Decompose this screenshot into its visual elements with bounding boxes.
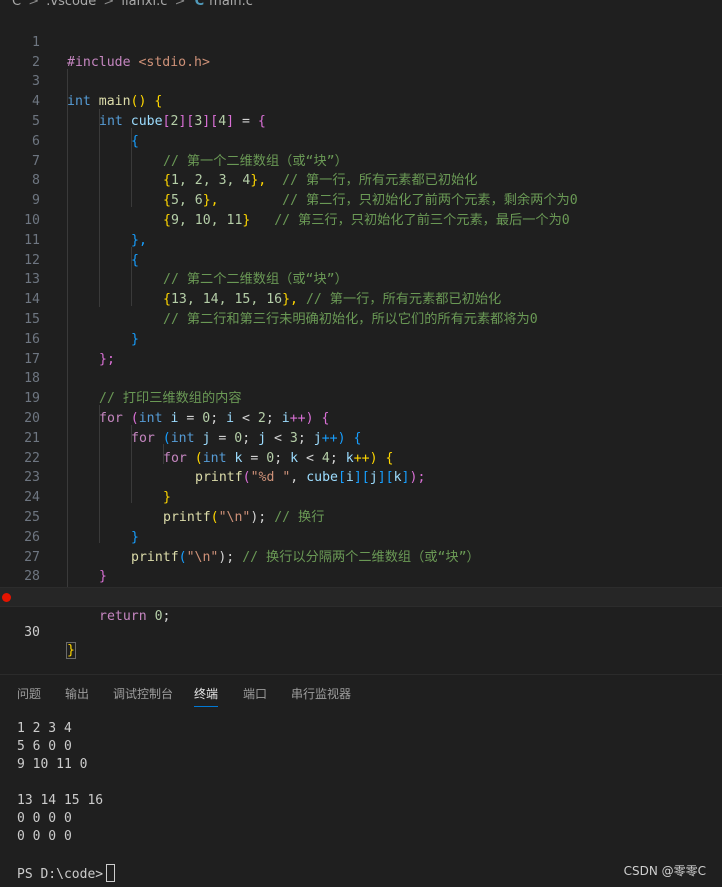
code-line[interactable]: 17 — [0, 330, 722, 367]
code-line[interactable]: 24 printf("\n"); // 换行 — [0, 468, 722, 525]
code-line[interactable]: 2 — [0, 33, 722, 70]
code-line[interactable]: 14 // 第二行和第三行未明确初始化，所以它们的所有元素都将为0 — [0, 270, 722, 327]
terminal-output-line: 13 14 15 16 — [17, 793, 104, 808]
code-line[interactable]: 27 } — [0, 528, 722, 585]
code-line[interactable]: 13 {13, 14, 15, 16}, // 第一行，所有元素都已初始化 — [0, 251, 722, 307]
code-line[interactable]: 26 printf("\n"); // 换行以分隔两个二维数组（或“块”） — [0, 508, 722, 565]
code-line[interactable]: 18 // 打印三维数组的内容 — [0, 350, 722, 406]
code-line-active[interactable]: 30 } — [0, 587, 722, 659]
line-number: 30 — [24, 624, 40, 640]
code-line[interactable]: 9 {9, 10, 11} // 第三行，只初始化了前三个元素，最后一个为0 — [0, 171, 722, 228]
code-line[interactable]: 4 int cube[2][3][4] = { — [0, 72, 722, 129]
code-line[interactable]: 12 // 第二个二维数组（或“块”） — [0, 231, 722, 288]
code-line[interactable]: 3 int main() { — [0, 53, 722, 109]
panel-divider — [0, 674, 722, 675]
terminal-output-line: 5 6 0 0 — [17, 739, 72, 754]
breadcrumb-separator: > — [103, 0, 115, 9]
code-line[interactable]: 15 } — [0, 290, 722, 347]
code-line[interactable]: 28 — [0, 548, 722, 584]
code-line[interactable]: 7 {1, 2, 3, 4}, // 第一行，所有元素都已初始化 — [0, 132, 722, 189]
tab-problems[interactable]: 问题 — [17, 685, 41, 702]
code-line[interactable]: 20 for (int j = 0; j < 3; j++) { — [0, 389, 722, 446]
terminal[interactable]: 1 2 3 4 5 6 0 0 9 10 11 0 13 14 15 16 0 … — [0, 712, 722, 887]
terminal-output-line: 9 10 11 0 — [17, 757, 88, 772]
code-line[interactable]: 16 }; — [0, 310, 722, 367]
breakpoint-icon[interactable] — [2, 593, 11, 603]
code-line[interactable]: 21 for (int k = 0; k < 4; k++) { — [0, 409, 722, 466]
breadcrumb-c-letter: C — [12, 0, 22, 9]
code-line[interactable]: 22 printf("%d ", cube[i][j][k]); — [0, 429, 722, 486]
code-line[interactable]: 23 } — [0, 449, 722, 505]
code-line[interactable]: 1 #include <stdio.h> — [0, 13, 722, 70]
code-line[interactable]: 19 for (int i = 0; i < 2; i++) { — [0, 369, 722, 426]
breadcrumb-separator: > — [28, 0, 40, 9]
terminal-cursor — [106, 864, 116, 882]
terminal-output-line: 0 0 0 0 — [17, 811, 72, 826]
terminal-prompt-line[interactable]: PS D:\code> — [17, 864, 116, 884]
terminal-output-line: 0 0 0 0 — [17, 829, 72, 844]
code-line[interactable]: 8 {5, 6}, // 第二行，只初始化了前两个元素，剩余两个为0 — [0, 152, 722, 208]
tab-serial-monitor[interactable]: 串行监视器 — [291, 685, 351, 702]
tab-debug-console[interactable]: 调试控制台 — [113, 685, 173, 702]
tab-output[interactable]: 输出 — [65, 685, 89, 702]
terminal-prompt: PS D:\code> — [17, 867, 104, 882]
panel-tabs: 问题 输出 调试控制台 终端 端口 串行监视器 — [0, 676, 722, 712]
c-file-icon: C — [194, 0, 205, 9]
tab-terminal[interactable]: 终端 — [194, 685, 219, 707]
breadcrumb-file[interactable]: main.c — [209, 0, 253, 9]
code-editor[interactable]: 1 #include <stdio.h> 2 3 int main() { 4 … — [0, 12, 722, 674]
breadcrumb-separator: > — [174, 0, 186, 9]
code-line[interactable]: 25 } — [0, 488, 722, 545]
breadcrumb-folder[interactable]: .vscode — [46, 0, 96, 9]
code-line[interactable]: 10 }, — [0, 191, 722, 248]
tab-ports[interactable]: 端口 — [243, 685, 267, 702]
code-line[interactable]: 6 // 第一个二维数组（或“块”） — [0, 112, 722, 169]
breadcrumb: C > .vscode > lianxi.c > Cmain.c — [0, 0, 722, 12]
watermark: CSDN @零零C — [623, 864, 706, 878]
code-line[interactable]: 11 { — [0, 211, 722, 268]
breadcrumb-file-folder[interactable]: lianxi.c — [121, 0, 167, 9]
code-line[interactable]: 29 return 0; — [0, 567, 722, 624]
code-line[interactable]: 5 { — [0, 92, 722, 149]
terminal-output-line: 1 2 3 4 — [17, 721, 72, 736]
